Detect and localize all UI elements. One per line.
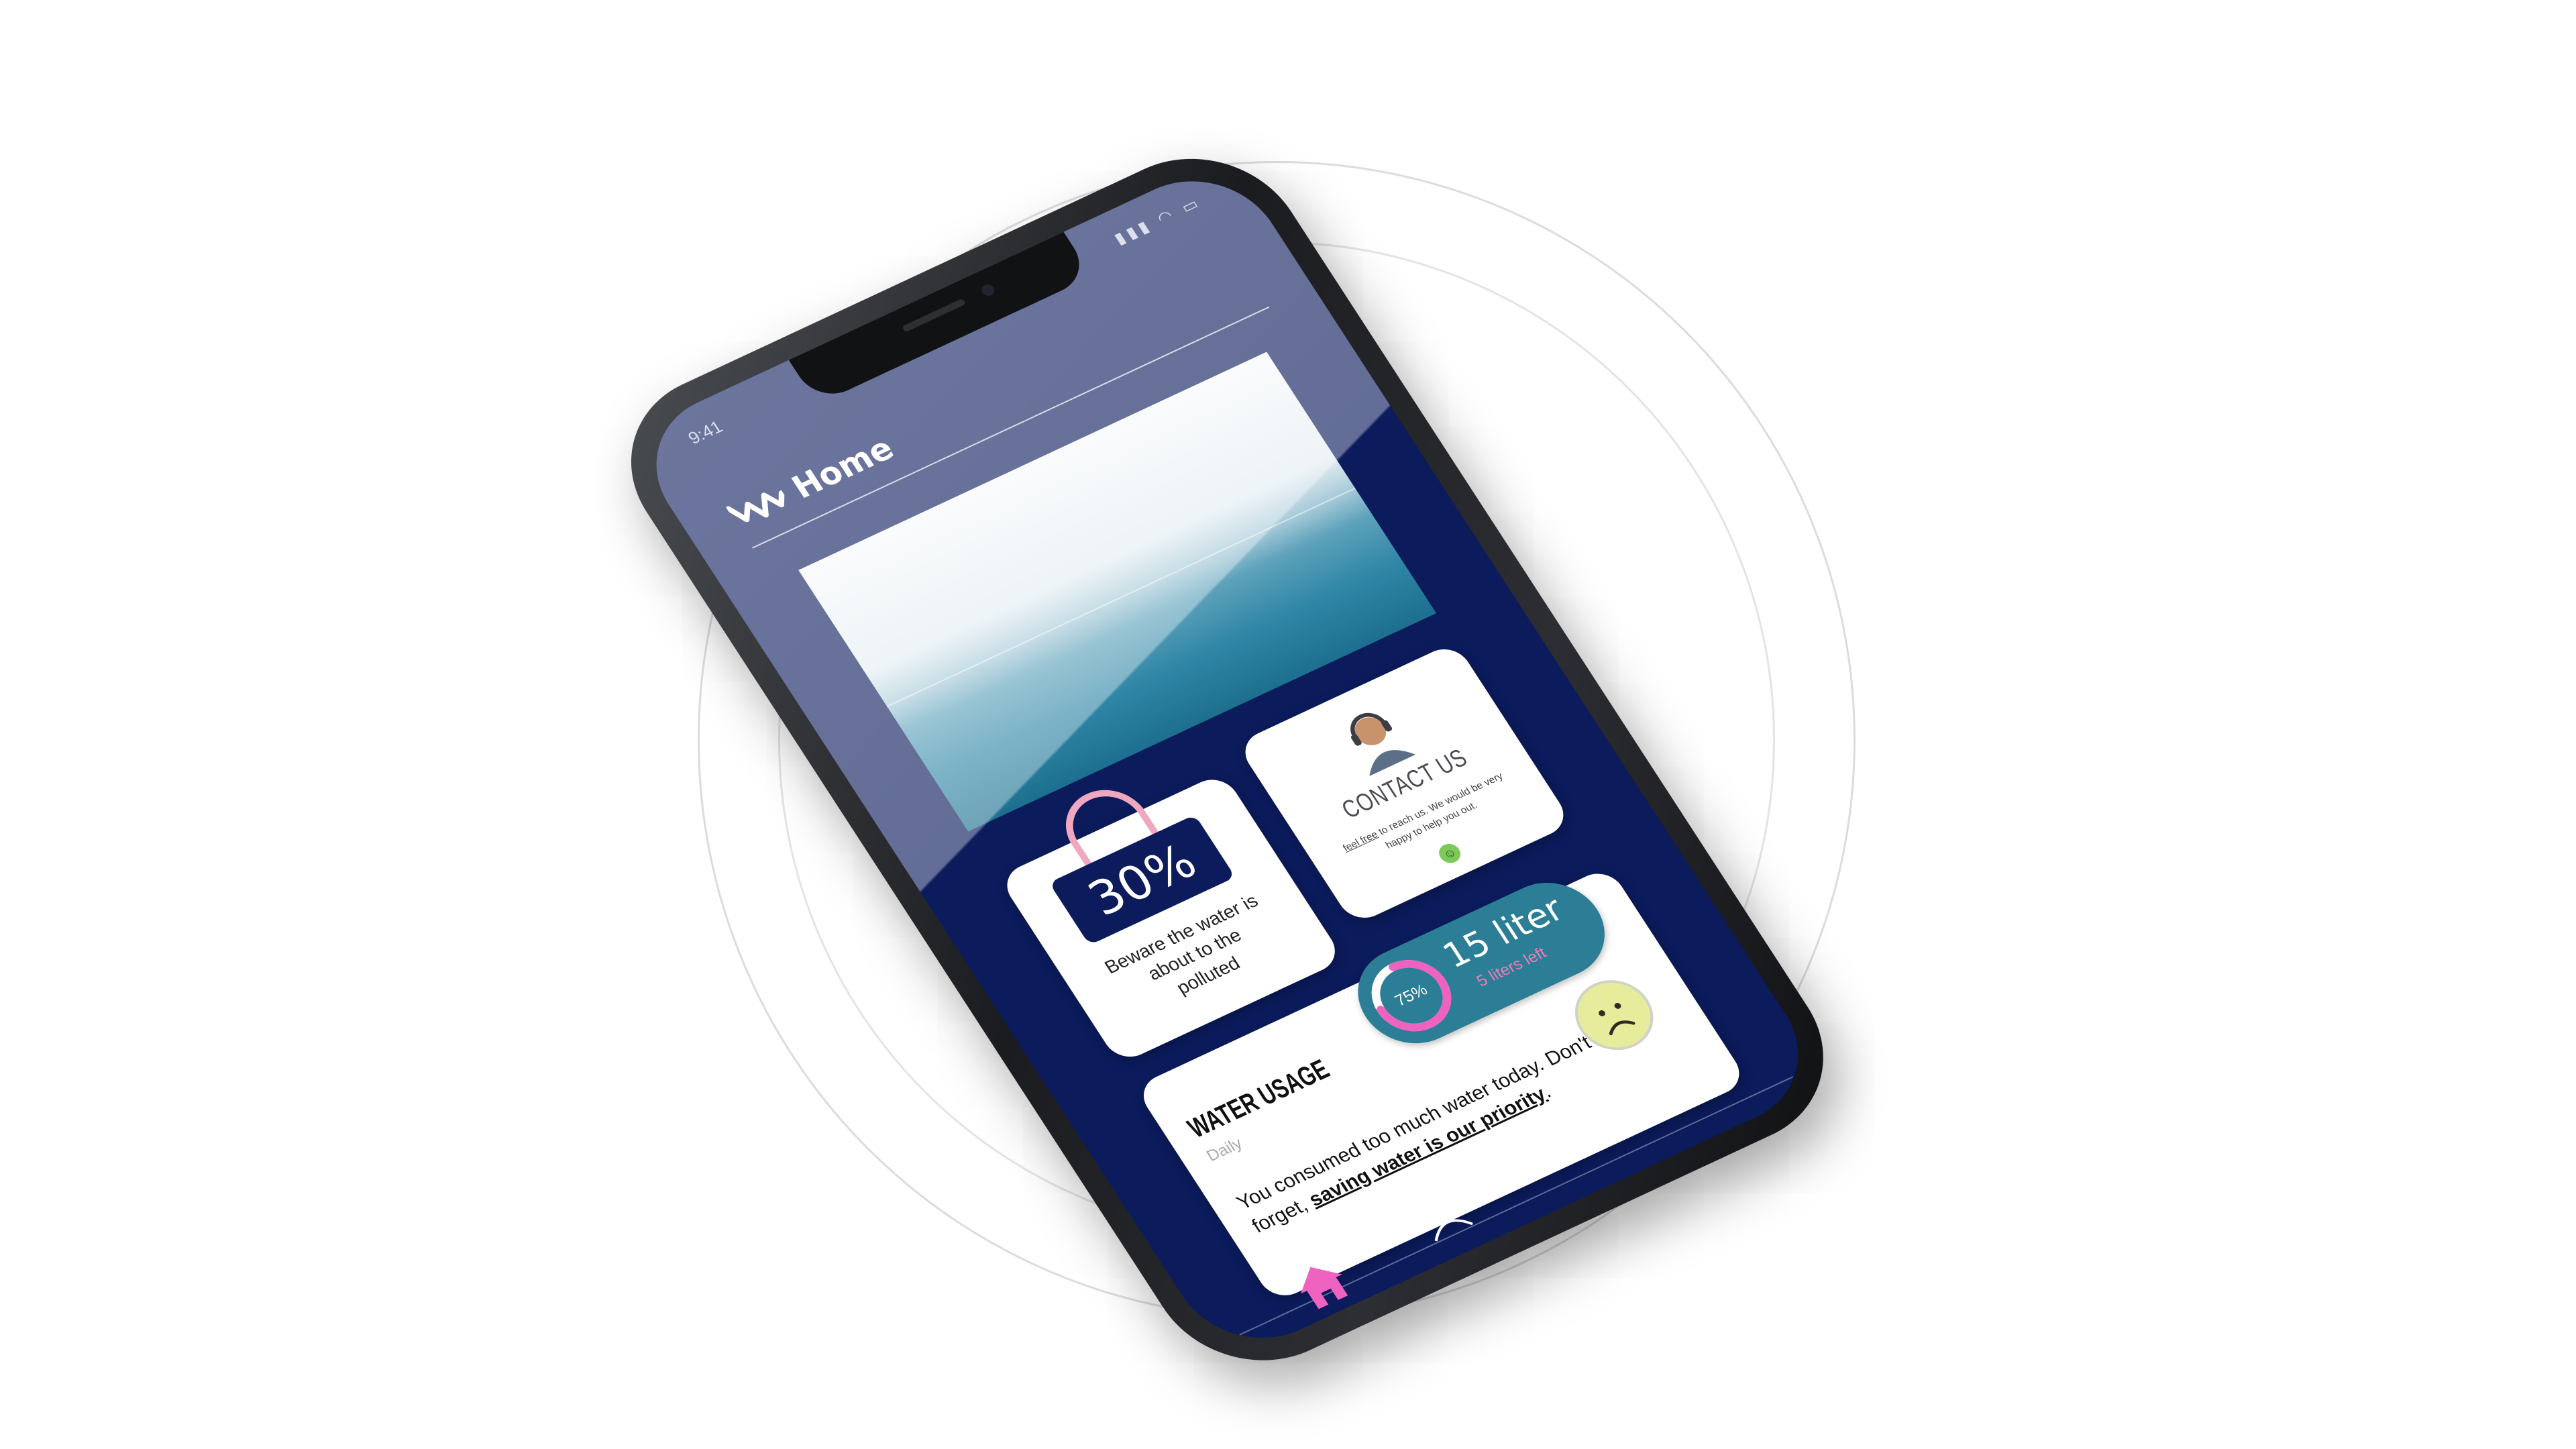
tab-home[interactable] bbox=[1268, 1238, 1375, 1332]
stage: 9:41 ▮▮▮ ◠ ▭ Home 30% Beware the water i… bbox=[0, 0, 2576, 1449]
page-title: Home bbox=[785, 430, 901, 506]
headset-icon bbox=[1415, 1186, 1473, 1242]
tab-profile[interactable] bbox=[1507, 1082, 1615, 1176]
signal-icon: ▮▮▮ bbox=[1111, 216, 1157, 248]
tab-support[interactable] bbox=[1385, 1161, 1492, 1255]
menu-icon bbox=[1641, 1029, 1702, 1080]
home-icon bbox=[1301, 1267, 1348, 1309]
contact-link[interactable]: feel free bbox=[1341, 829, 1380, 854]
smile-icon: ☺ bbox=[1435, 841, 1464, 867]
user-icon bbox=[1542, 1108, 1596, 1160]
status-time: 9:41 bbox=[684, 417, 727, 448]
phone-mockup: 9:41 ▮▮▮ ◠ ▭ Home 30% Beware the water i… bbox=[591, 70, 1985, 1393]
wifi-icon: ◠ bbox=[1153, 205, 1181, 228]
battery-icon: ▭ bbox=[1177, 193, 1205, 217]
front-camera bbox=[979, 282, 997, 298]
speaker-grille bbox=[902, 298, 967, 333]
wave-logo-icon[interactable] bbox=[724, 481, 794, 533]
status-icons: ▮▮▮ ◠ ▭ bbox=[1111, 193, 1206, 248]
water-usage-title: WATER USAGE bbox=[1181, 1053, 1335, 1144]
